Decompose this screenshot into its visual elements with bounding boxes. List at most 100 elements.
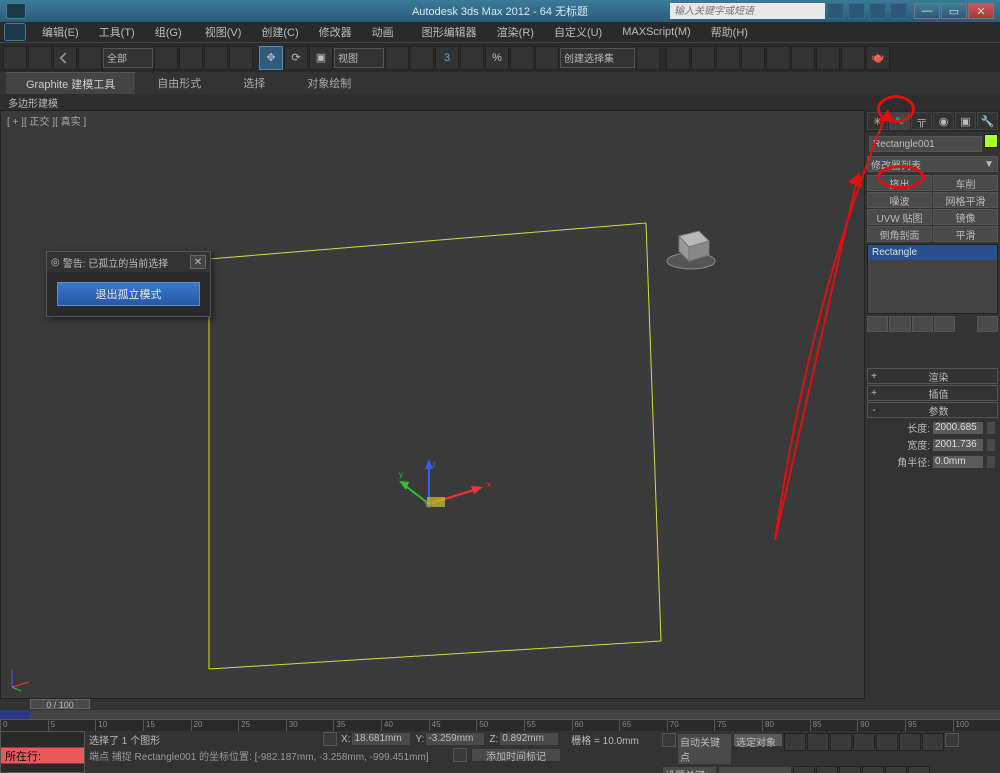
- key-lock-icon[interactable]: [662, 733, 676, 747]
- spinner-arrows-icon[interactable]: [986, 438, 996, 452]
- modifier-list-combo[interactable]: 修改器列表▼: [867, 156, 998, 172]
- percent-snap-icon[interactable]: %: [485, 46, 509, 70]
- tab-objectpaint[interactable]: 对象绘制: [287, 72, 371, 94]
- minimize-button[interactable]: —: [914, 3, 940, 19]
- spinner-arrows-icon[interactable]: [986, 421, 996, 435]
- application-menu-icon[interactable]: [4, 23, 26, 41]
- show-end-result-icon[interactable]: [889, 316, 910, 332]
- edit-named-sel-icon[interactable]: [535, 46, 559, 70]
- meshsmooth-button[interactable]: 网格平滑: [933, 192, 998, 208]
- select-rotate-icon[interactable]: ⟳: [284, 46, 308, 70]
- lathe-button[interactable]: 车削: [933, 175, 998, 191]
- fov-icon[interactable]: [862, 766, 884, 773]
- viewport-label[interactable]: [ + ][ 正交 ][ 真实 ]: [7, 113, 86, 128]
- modify-tab-icon[interactable]: ✎: [889, 112, 910, 130]
- extrude-button[interactable]: 挤出: [867, 175, 932, 191]
- tab-graphite[interactable]: Graphite 建模工具: [6, 72, 135, 95]
- menu-grapheditors[interactable]: 图形编辑器: [412, 22, 487, 42]
- play-icon[interactable]: [830, 733, 852, 751]
- time-slider-handle[interactable]: 0 / 100: [30, 699, 90, 709]
- next-frame-icon[interactable]: [853, 733, 875, 751]
- abs-rel-icon[interactable]: [453, 748, 467, 762]
- align-icon[interactable]: [666, 46, 690, 70]
- noise-button[interactable]: 噪波: [867, 192, 932, 208]
- transform-gizmo[interactable]: z x y: [399, 459, 499, 519]
- window-crossing-icon[interactable]: [229, 46, 253, 70]
- pin-stack-icon[interactable]: [867, 316, 888, 332]
- rollout-rendering[interactable]: + 渲染: [867, 368, 998, 384]
- signin-icon[interactable]: [848, 3, 865, 19]
- stack-item-rectangle[interactable]: Rectangle: [868, 245, 997, 260]
- modifier-stack[interactable]: Rectangle: [867, 244, 998, 314]
- close-button[interactable]: ✕: [968, 3, 994, 19]
- infocenter-icon[interactable]: [827, 3, 844, 19]
- schematic-view-icon[interactable]: [766, 46, 790, 70]
- length-spinner[interactable]: 2000.685: [932, 421, 984, 435]
- autokey-button[interactable]: 自动关键点: [677, 733, 732, 765]
- x-spinner[interactable]: 18.681mm: [351, 732, 411, 746]
- angle-snap-icon[interactable]: [460, 46, 484, 70]
- menu-maxscript[interactable]: MAXScript(M): [612, 24, 700, 40]
- menu-group[interactable]: 组(G): [145, 22, 195, 42]
- selection-filter-combo[interactable]: 全部: [103, 48, 153, 68]
- menu-edit[interactable]: 编辑(E): [32, 22, 89, 42]
- utilities-tab-icon[interactable]: 🔧: [977, 112, 998, 130]
- menu-rendering[interactable]: 渲染(R): [487, 22, 544, 42]
- manipulate-icon[interactable]: [410, 46, 434, 70]
- redo-icon[interactable]: [28, 46, 52, 70]
- select-by-name-icon[interactable]: [179, 46, 203, 70]
- add-time-tag-button[interactable]: 添加时间标记: [471, 748, 561, 762]
- select-object-icon[interactable]: [154, 46, 178, 70]
- material-editor-icon[interactable]: [791, 46, 815, 70]
- time-slider[interactable]: 0 / 100: [0, 699, 1000, 719]
- link-icon[interactable]: [53, 46, 77, 70]
- curve-editor-icon[interactable]: [741, 46, 765, 70]
- menu-views[interactable]: 视图(V): [195, 22, 252, 42]
- app-icon[interactable]: [6, 3, 26, 19]
- zoom-all-icon[interactable]: [839, 766, 861, 773]
- menu-customize[interactable]: 自定义(U): [544, 22, 612, 42]
- favorites-icon[interactable]: [869, 3, 886, 19]
- spinner-arrows-icon[interactable]: [986, 455, 996, 469]
- spinner-snap-icon[interactable]: [510, 46, 534, 70]
- menu-create[interactable]: 创建(C): [251, 22, 308, 42]
- object-color-swatch[interactable]: [984, 134, 998, 148]
- configure-sets-icon[interactable]: [977, 316, 998, 332]
- tab-selection[interactable]: 选择: [223, 72, 285, 94]
- mirror-icon[interactable]: [636, 46, 660, 70]
- key-filters-selset[interactable]: 选定对象: [733, 733, 783, 747]
- viewport[interactable]: [ + ][ 正交 ][ 真实 ] z x y: [0, 110, 865, 699]
- menu-animation[interactable]: 动画: [362, 22, 412, 42]
- orbit-icon[interactable]: [885, 766, 907, 773]
- goto-start-icon[interactable]: [784, 733, 806, 751]
- corner-radius-spinner[interactable]: 0.0mm: [932, 455, 984, 469]
- exit-isolation-button[interactable]: 退出孤立模式: [57, 282, 200, 306]
- snap-toggle-icon[interactable]: 3: [435, 46, 459, 70]
- create-tab-icon[interactable]: ✳: [867, 112, 888, 130]
- help-search-input[interactable]: [670, 3, 825, 19]
- dialog-close-button[interactable]: ✕: [190, 255, 206, 269]
- smooth-button[interactable]: 平滑: [933, 226, 998, 242]
- render-setup-icon[interactable]: [816, 46, 840, 70]
- viewcube[interactable]: [664, 221, 719, 271]
- ref-coord-combo[interactable]: 视图: [334, 48, 384, 68]
- display-tab-icon[interactable]: ▣: [955, 112, 976, 130]
- width-spinner[interactable]: 2001.736: [932, 438, 984, 452]
- render-production-icon[interactable]: 🫖: [866, 46, 890, 70]
- mini-listener[interactable]: 所在行:: [0, 731, 85, 773]
- zoom-icon[interactable]: [816, 766, 838, 773]
- pan-view-icon[interactable]: [899, 733, 921, 751]
- motion-tab-icon[interactable]: ◉: [933, 112, 954, 130]
- select-move-icon[interactable]: ✥: [259, 46, 283, 70]
- menu-tools[interactable]: 工具(T): [89, 22, 145, 42]
- uvwmap-button[interactable]: UVW 贴图: [867, 209, 932, 225]
- rollout-interpolation[interactable]: + 插值: [867, 385, 998, 401]
- rect-selection-icon[interactable]: [204, 46, 228, 70]
- layers-icon[interactable]: [691, 46, 715, 70]
- tab-freeform[interactable]: 自由形式: [137, 72, 221, 94]
- mirror-button[interactable]: 镜像: [933, 209, 998, 225]
- named-selection-combo[interactable]: 创建选择集: [560, 48, 635, 68]
- zoom-extents-icon[interactable]: [922, 733, 944, 751]
- bevelprof-button[interactable]: 倒角剖面: [867, 226, 932, 242]
- use-pivot-icon[interactable]: [385, 46, 409, 70]
